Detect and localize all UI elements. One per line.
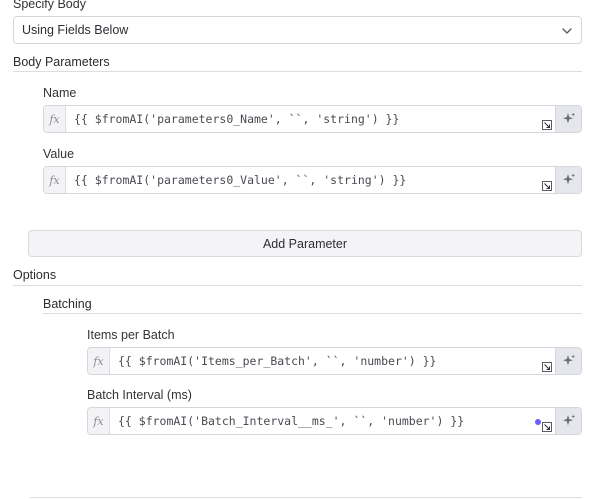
sparkle-icon [562,173,575,185]
options-title: Options [13,268,57,282]
bottom-divider [30,497,582,498]
items-per-batch-field[interactable]: fx {{ $fromAI('Items_per_Batch', ``, 'nu… [87,347,582,375]
chevron-down-icon [562,28,572,34]
fx-icon: fx [88,408,110,434]
focus-dot-indicator [535,419,541,425]
batch-interval-label: Batch Interval (ms) [87,388,192,402]
items-per-batch-input[interactable]: {{ $fromAI('Items_per_Batch', ``, 'numbe… [110,348,555,374]
name-field-label: Name [43,86,77,100]
value-expression-text: {{ $fromAI('parameters0_Value', ``, 'str… [74,173,407,187]
node-parameters-panel: Specify Body Using Fields Below Body Par… [0,0,589,499]
expand-icon[interactable] [542,120,552,130]
batch-interval-expression-text: {{ $fromAI('Batch_Interval__ms_', ``, 'n… [118,414,465,428]
expand-icon[interactable] [542,362,552,372]
value-expression-input[interactable]: {{ $fromAI('parameters0_Value', ``, 'str… [66,167,555,193]
batching-title: Batching [43,297,92,311]
sparkle-icon [562,354,575,366]
name-expression-text: {{ $fromAI('parameters0_Name', ``, 'stri… [74,112,400,126]
specify-body-selected-value: Using Fields Below [22,23,129,37]
fx-icon: fx [44,106,66,132]
sparkle-icon [562,112,575,124]
specify-body-select[interactable]: Using Fields Below [13,16,582,44]
batching-divider [43,313,582,314]
ai-sparkle-button[interactable] [555,408,581,434]
name-expression-input[interactable]: {{ $fromAI('parameters0_Name', ``, 'stri… [66,106,555,132]
body-parameters-divider [13,71,582,72]
ai-sparkle-button[interactable] [555,106,581,132]
options-divider [13,285,582,286]
batch-interval-input[interactable]: {{ $fromAI('Batch_Interval__ms_', ``, 'n… [110,408,555,434]
value-field-label: Value [43,147,75,161]
ai-sparkle-button[interactable] [555,167,581,193]
add-parameter-button[interactable]: Add Parameter [28,230,582,257]
items-per-batch-expression-text: {{ $fromAI('Items_per_Batch', ``, 'numbe… [118,354,437,368]
value-expression-field[interactable]: fx {{ $fromAI('parameters0_Value', ``, '… [43,166,582,194]
ai-sparkle-button[interactable] [555,348,581,374]
expand-icon[interactable] [542,422,552,432]
name-expression-field[interactable]: fx {{ $fromAI('parameters0_Name', ``, 's… [43,105,582,133]
sparkle-icon [562,414,575,426]
body-parameters-title: Body Parameters [13,55,110,69]
expand-icon[interactable] [542,181,552,191]
specify-body-label: Specify Body [13,0,86,11]
batch-interval-field[interactable]: fx {{ $fromAI('Batch_Interval__ms_', ``,… [87,407,582,435]
items-per-batch-label: Items per Batch [87,328,175,342]
fx-icon: fx [44,167,66,193]
fx-icon: fx [88,348,110,374]
